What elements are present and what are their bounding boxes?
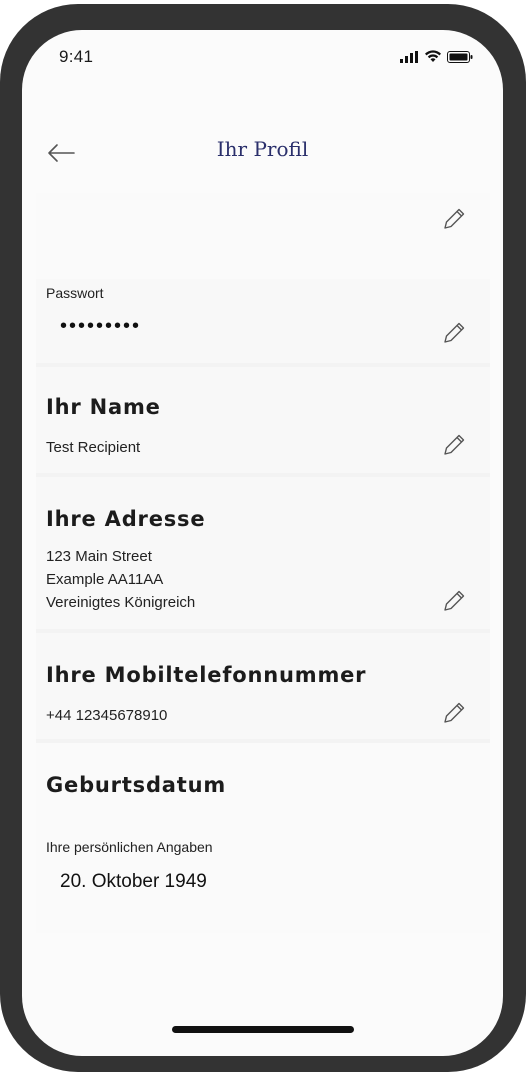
pencil-icon xyxy=(444,590,465,611)
pencil-icon xyxy=(444,322,465,343)
navigation-bar: Ihr Profil xyxy=(22,125,503,185)
mobile-heading: Ihre Mobiltelefonnummer xyxy=(46,663,367,687)
address-value: 123 Main Street Example AA11AA Vereinigt… xyxy=(46,545,195,614)
address-line-1: 123 Main Street xyxy=(46,548,152,565)
password-label: Passwort xyxy=(46,285,104,301)
edit-email-button[interactable] xyxy=(440,205,468,233)
home-indicator[interactable] xyxy=(172,1026,354,1033)
pencil-icon xyxy=(444,434,465,455)
dob-value: 20. Oktober 1949 xyxy=(60,871,207,892)
edit-mobile-button[interactable] xyxy=(440,699,468,727)
edit-address-button[interactable] xyxy=(440,587,468,615)
edit-name-button[interactable] xyxy=(440,431,468,459)
pencil-icon xyxy=(444,702,465,723)
edit-password-button[interactable] xyxy=(440,319,468,347)
password-section: Passwort ••••••••• xyxy=(36,279,490,367)
address-line-3: Vereinigtes Königreich xyxy=(46,594,196,611)
status-icons xyxy=(399,50,473,63)
name-value: Test Recipient xyxy=(46,439,141,456)
email-section xyxy=(36,193,490,283)
page-title: Ihr Profil xyxy=(216,137,309,161)
phone-screen: 9:41 Ihr Profil Passwort ••••••••• Ihr N… xyxy=(22,30,503,1056)
pencil-icon xyxy=(444,208,465,229)
password-value: ••••••••• xyxy=(60,315,142,337)
phone-frame: 9:41 Ihr Profil Passwort ••••••••• Ihr N… xyxy=(0,4,526,1072)
wifi-icon xyxy=(425,50,441,62)
address-heading: Ihre Adresse xyxy=(46,507,206,531)
dob-heading: Geburtsdatum xyxy=(46,773,227,797)
status-bar: 9:41 xyxy=(22,30,503,90)
dob-label: Ihre persönlichen Angaben xyxy=(46,839,213,855)
mobile-section: Ihre Mobiltelefonnummer +44 12345678910 xyxy=(36,633,490,743)
name-section: Ihr Name Test Recipient xyxy=(36,367,490,477)
address-line-2: Example AA11AA xyxy=(46,571,164,588)
address-section: Ihre Adresse 123 Main Street Example AA1… xyxy=(36,477,490,633)
page: 9:41 Ihr Profil Passwort ••••••••• Ihr N… xyxy=(0,0,526,1072)
dob-section: Geburtsdatum Ihre persönlichen Angaben 2… xyxy=(36,743,490,933)
name-heading: Ihr Name xyxy=(46,395,161,419)
signal-icon xyxy=(400,50,418,63)
status-time: 9:41 xyxy=(59,47,94,66)
battery-icon xyxy=(447,50,473,63)
mobile-value: +44 12345678910 xyxy=(46,707,168,724)
